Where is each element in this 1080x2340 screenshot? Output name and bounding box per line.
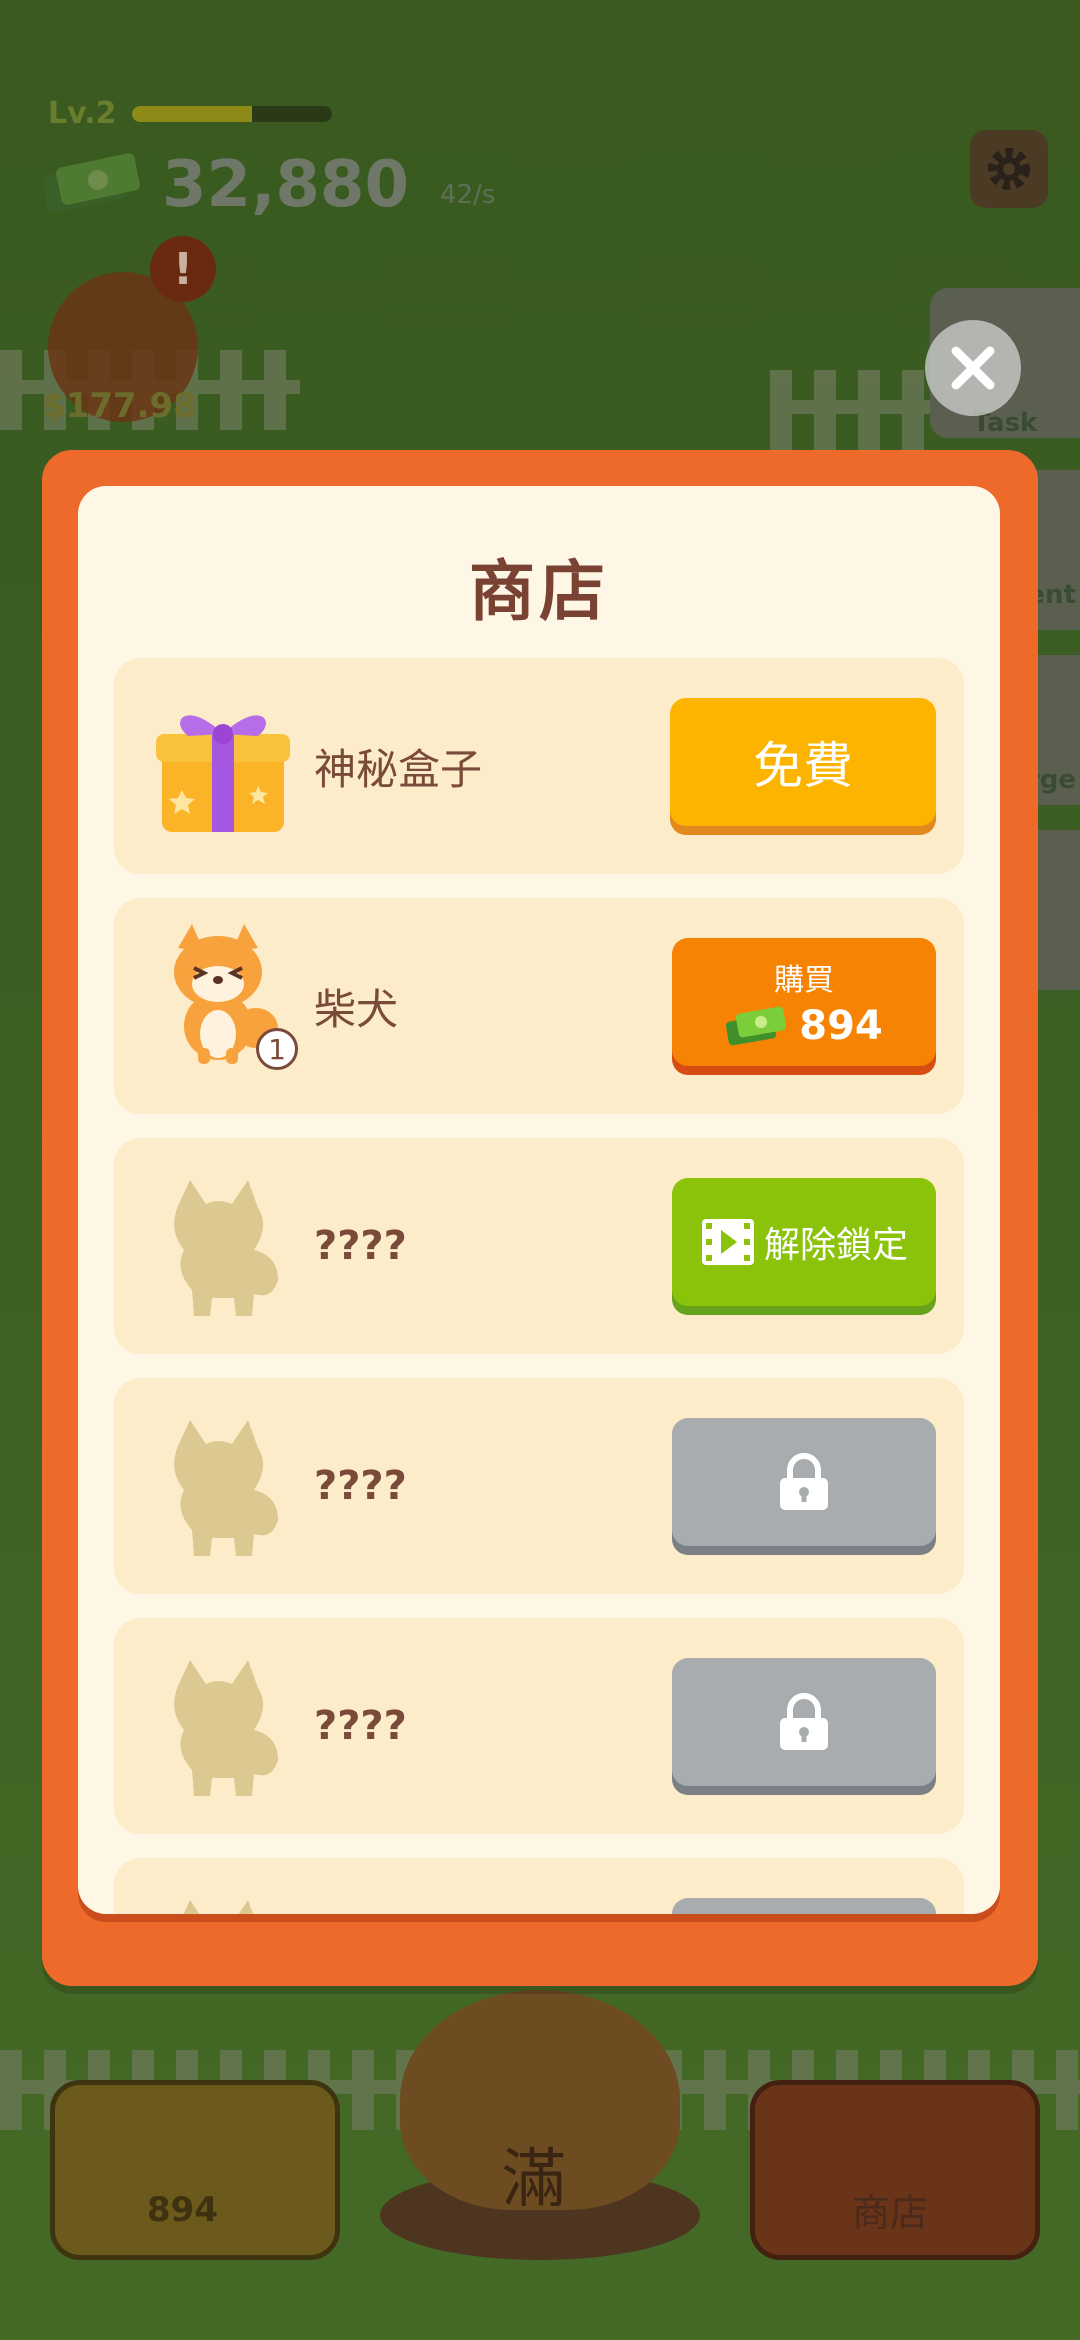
- item-name: 柴犬: [314, 984, 399, 1034]
- list-item: ???? 解除鎖定: [114, 1138, 964, 1354]
- buy-price: 894: [725, 1003, 883, 1049]
- dog-silhouette-icon: [174, 1660, 278, 1796]
- full-label: 滿: [502, 2143, 566, 2217]
- locked-button[interactable]: [672, 1418, 936, 1546]
- shop-button-label: 商店: [852, 2191, 929, 2235]
- money-value: 32,880: [162, 148, 409, 222]
- locked-button[interactable]: [672, 1658, 936, 1786]
- item-name: 神秘盒子: [314, 744, 483, 794]
- list-item: [114, 1858, 964, 1914]
- item-name: ????: [314, 1703, 407, 1749]
- dog-silhouette-icon: [174, 1180, 278, 1316]
- dog-silhouette-icon: [183, 1900, 253, 1914]
- shop-modal-panel: 商店 神秘盒子 免費 1 柴犬 購買 894 ???? 解除鎖定 ???? ??…: [78, 486, 1000, 1914]
- cash-icon: [726, 1006, 787, 1046]
- list-item: ????: [114, 1378, 964, 1594]
- page-title: 商店: [469, 553, 609, 630]
- unlock-button-label: 解除鎖定: [763, 1225, 908, 1266]
- level-badge: 1: [256, 1028, 298, 1070]
- dog-silhouette-icon: [174, 1420, 278, 1556]
- lock-icon: [780, 1453, 828, 1510]
- unlock-button[interactable]: 解除鎖定: [672, 1178, 936, 1306]
- shop-modal: 商店 神秘盒子 免費 1 柴犬 購買 894 ???? 解除鎖定 ???? ??…: [42, 450, 1038, 1986]
- buy-button[interactable]: 購買 894: [672, 938, 936, 1066]
- level-label: Lv.2: [48, 96, 117, 131]
- fence: [770, 370, 930, 450]
- close-icon: [951, 346, 995, 390]
- list-item: 1 柴犬 購買 894: [114, 898, 964, 1114]
- buy-button-label: 購買: [774, 963, 834, 998]
- quick-buy-price: 894: [147, 2190, 218, 2230]
- lock-icon: [780, 1693, 828, 1750]
- close-button[interactable]: [925, 320, 1021, 416]
- level-progress-bar: [132, 106, 332, 122]
- gift-box-icon: [156, 715, 290, 832]
- alert-badge[interactable]: !: [150, 236, 216, 302]
- item-name: ????: [314, 1463, 407, 1509]
- video-icon: [701, 1219, 754, 1265]
- cash-icon: [42, 153, 140, 212]
- settings-button[interactable]: [970, 130, 1048, 208]
- free-button-label: 免費: [753, 737, 853, 795]
- price-value: 894: [799, 1003, 883, 1049]
- money-rate: 42/s: [440, 180, 496, 210]
- locked-button[interactable]: [672, 1898, 936, 1914]
- free-button[interactable]: 免費: [670, 698, 936, 826]
- list-item: 神秘盒子 免費: [114, 658, 964, 874]
- item-name: ????: [314, 1223, 407, 1269]
- gear-icon: [988, 148, 1030, 190]
- list-item: ????: [114, 1618, 964, 1834]
- reward-amount: $177.98: [42, 386, 197, 426]
- quick-buy-button[interactable]: [50, 2080, 340, 2260]
